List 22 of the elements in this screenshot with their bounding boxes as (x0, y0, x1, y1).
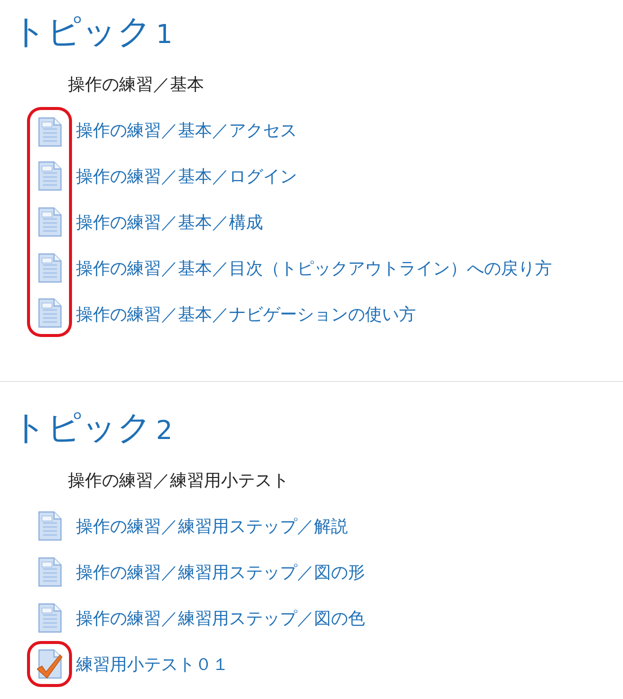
topic-title: トピック 1 (12, 11, 173, 54)
document-icon (36, 161, 62, 191)
document-icon (36, 253, 62, 283)
activity-link[interactable]: 操作の練習／練習用ステップ／図の形 (76, 560, 365, 584)
document-icon (36, 207, 62, 237)
document-icon (36, 511, 62, 541)
activity-link[interactable]: 操作の練習／基本／ログイン (76, 164, 297, 188)
topic-title: トピック 2 (12, 407, 173, 450)
checked-page-icon (36, 649, 62, 679)
activity-link[interactable]: 操作の練習／基本／ナビゲーションの使い方 (76, 302, 416, 326)
activity-link[interactable]: 操作の練習／基本／構成 (76, 210, 263, 234)
topic-summary: 操作の練習／練習用小テスト (68, 470, 289, 493)
activity-link[interactable]: 操作の練習／基本／アクセス (76, 118, 297, 142)
topic-summary: 操作の練習／基本 (68, 74, 204, 97)
document-icon (36, 557, 62, 587)
document-icon (36, 298, 62, 328)
activity-link[interactable]: 操作の練習／練習用ステップ／図の色 (76, 606, 365, 630)
document-icon (36, 116, 62, 146)
document-icon (36, 603, 62, 633)
activity-link[interactable]: 操作の練習／基本／目次（トピックアウトライン）への戻り方 (76, 256, 552, 280)
activity-link[interactable]: 練習用小テスト０１ (76, 652, 229, 676)
activity-link[interactable]: 操作の練習／練習用ステップ／解説 (76, 514, 348, 538)
